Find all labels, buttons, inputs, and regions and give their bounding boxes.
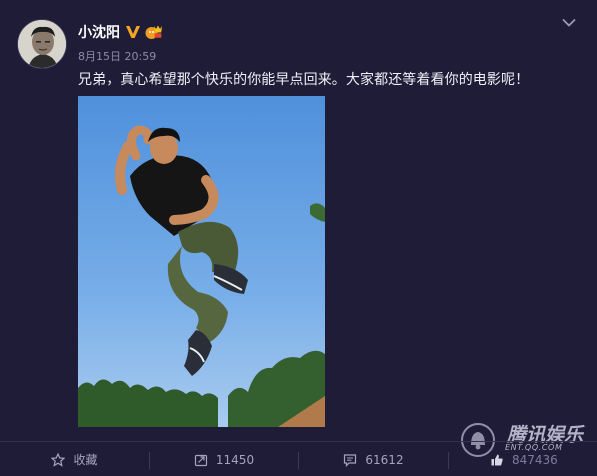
thumbs-up-icon bbox=[491, 454, 503, 465]
weibo-post: 小沈阳 8月15日 20:59 兄弟，真心希望那个快乐的你能早点回来。大家都还等… bbox=[0, 0, 597, 476]
post-timestamp[interactable]: 8月15日 20:59 bbox=[78, 48, 156, 64]
comment-icon bbox=[344, 453, 357, 467]
repost-button[interactable]: 11450 bbox=[150, 442, 298, 476]
avatar[interactable] bbox=[17, 19, 67, 69]
like-button[interactable]: 847436 bbox=[449, 442, 597, 476]
repost-count: 11450 bbox=[215, 452, 255, 467]
star-icon bbox=[51, 452, 66, 467]
crown-member-icon[interactable] bbox=[145, 23, 163, 40]
jumping-man-photo bbox=[78, 96, 325, 427]
action-bar: 收藏 11450 61612 847436 bbox=[0, 441, 597, 476]
favorite-label: 收藏 bbox=[73, 453, 98, 467]
post-photo[interactable] bbox=[78, 96, 325, 427]
comment-button[interactable]: 61612 bbox=[299, 442, 448, 476]
post-text: 兄弟，真心希望那个快乐的你能早点回来。大家都还等着看你的电影呢！ bbox=[78, 72, 530, 88]
avatar-portrait bbox=[18, 20, 66, 68]
repost-icon bbox=[194, 454, 208, 466]
like-count: 847436 bbox=[512, 452, 558, 467]
chevron-down-icon[interactable] bbox=[562, 18, 576, 28]
verified-v-icon bbox=[126, 26, 140, 38]
favorite-button[interactable]: 收藏 bbox=[0, 442, 149, 476]
username[interactable]: 小沈阳 bbox=[78, 22, 120, 42]
comment-count: 61612 bbox=[365, 452, 404, 467]
